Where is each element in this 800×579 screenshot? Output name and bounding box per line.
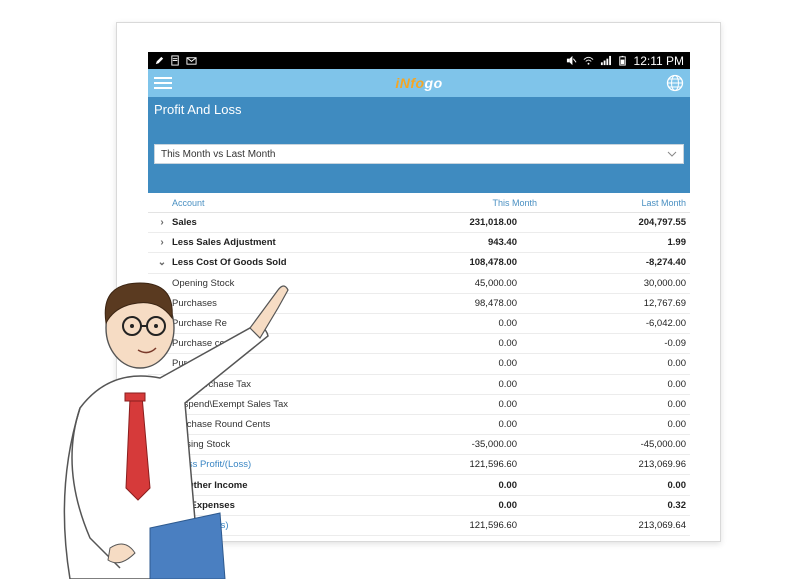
- last-month-value: 213,069.96: [638, 459, 686, 471]
- table-row[interactable]: › Less Sales Adjustment 943.40 1.99: [148, 233, 690, 254]
- this-month-value: 0.00: [498, 358, 518, 370]
- status-right: 12:11 PM: [566, 54, 684, 68]
- globe-icon[interactable]: [666, 74, 684, 92]
- header-this-month: This Month: [492, 197, 537, 208]
- this-month-value: 108,478.00: [469, 257, 517, 269]
- last-month-value: -0.09: [664, 338, 686, 350]
- period-select-value: This Month vs Last Month: [161, 148, 276, 160]
- this-month-value: 0.00: [498, 499, 518, 511]
- this-month-value: 0.00: [498, 318, 518, 330]
- this-month-value: 98,478.00: [474, 297, 517, 309]
- page-title: Profit And Loss: [154, 102, 242, 117]
- this-month-value: 943.40: [487, 237, 517, 249]
- this-month-value: 0.00: [498, 378, 518, 390]
- last-month-value: 12,767.69: [643, 297, 686, 309]
- this-month-value: 0.00: [498, 418, 518, 430]
- logo-prefix: iNfo: [395, 75, 425, 91]
- signal-icon: [600, 55, 611, 66]
- period-select[interactable]: This Month vs Last Month: [154, 144, 684, 164]
- last-month-value: 30,000.00: [643, 277, 686, 289]
- hamburger-icon[interactable]: [154, 76, 172, 90]
- last-month-value: -8,274.40: [645, 257, 686, 269]
- wifi-icon: [583, 56, 593, 65]
- pencil-icon: [155, 56, 164, 65]
- this-month-value: 231,018.00: [469, 217, 517, 229]
- this-month-value: -35,000.00: [471, 439, 517, 451]
- table-row[interactable]: › Sales 231,018.00 204,797.55: [148, 213, 690, 234]
- last-month-value: 213,069.64: [638, 519, 686, 531]
- mute-icon: [566, 55, 576, 66]
- presenter-illustration: [63, 282, 289, 579]
- table-header: Account This Month Last Month: [148, 193, 690, 213]
- header-last-month: Last Month: [641, 197, 686, 208]
- app-logo: iNfogo: [395, 75, 442, 91]
- last-month-value: 1.99: [667, 237, 687, 249]
- this-month-value: 121,596.60: [469, 519, 517, 531]
- account-name: Less Sales Adjustment: [172, 237, 276, 249]
- last-month-value: -6,042.00: [645, 318, 686, 330]
- last-month-value: 0.00: [667, 479, 687, 491]
- this-month-value: 0.00: [498, 479, 518, 491]
- chevron-down-icon: [667, 151, 677, 157]
- app-bar: iNfogo: [148, 69, 690, 97]
- last-month-value: 0.00: [667, 358, 687, 370]
- expand-chevron-icon: ›: [160, 237, 164, 249]
- last-month-value: 0.00: [667, 418, 687, 430]
- doc-icon: [171, 55, 179, 66]
- this-month-value: 0.00: [498, 338, 518, 350]
- mail-icon: [186, 57, 197, 65]
- header-account: Account: [172, 197, 205, 208]
- status-bar: 12:11 PM: [148, 52, 690, 69]
- expand-chevron-icon: ⌄: [157, 257, 167, 269]
- account-name: Less Cost Of Goods Sold: [172, 257, 287, 269]
- account-name: Sales: [172, 217, 197, 229]
- last-month-value: 204,797.55: [638, 217, 686, 229]
- last-month-value: 0.32: [667, 499, 687, 511]
- expand-chevron-icon: ›: [160, 217, 164, 229]
- last-month-value: 0.00: [667, 398, 687, 410]
- status-left-icons: [154, 55, 197, 66]
- battery-icon: [618, 55, 626, 66]
- report-header-panel: Profit And Loss This Month vs Last Month: [148, 97, 690, 193]
- last-month-value: -45,000.00: [640, 439, 686, 451]
- this-month-value: 121,596.60: [469, 459, 517, 471]
- this-month-value: 45,000.00: [474, 277, 517, 289]
- this-month-value: 0.00: [498, 398, 518, 410]
- status-time: 12:11 PM: [633, 53, 684, 68]
- last-month-value: 0.00: [667, 378, 687, 390]
- logo-suffix: go: [424, 75, 443, 91]
